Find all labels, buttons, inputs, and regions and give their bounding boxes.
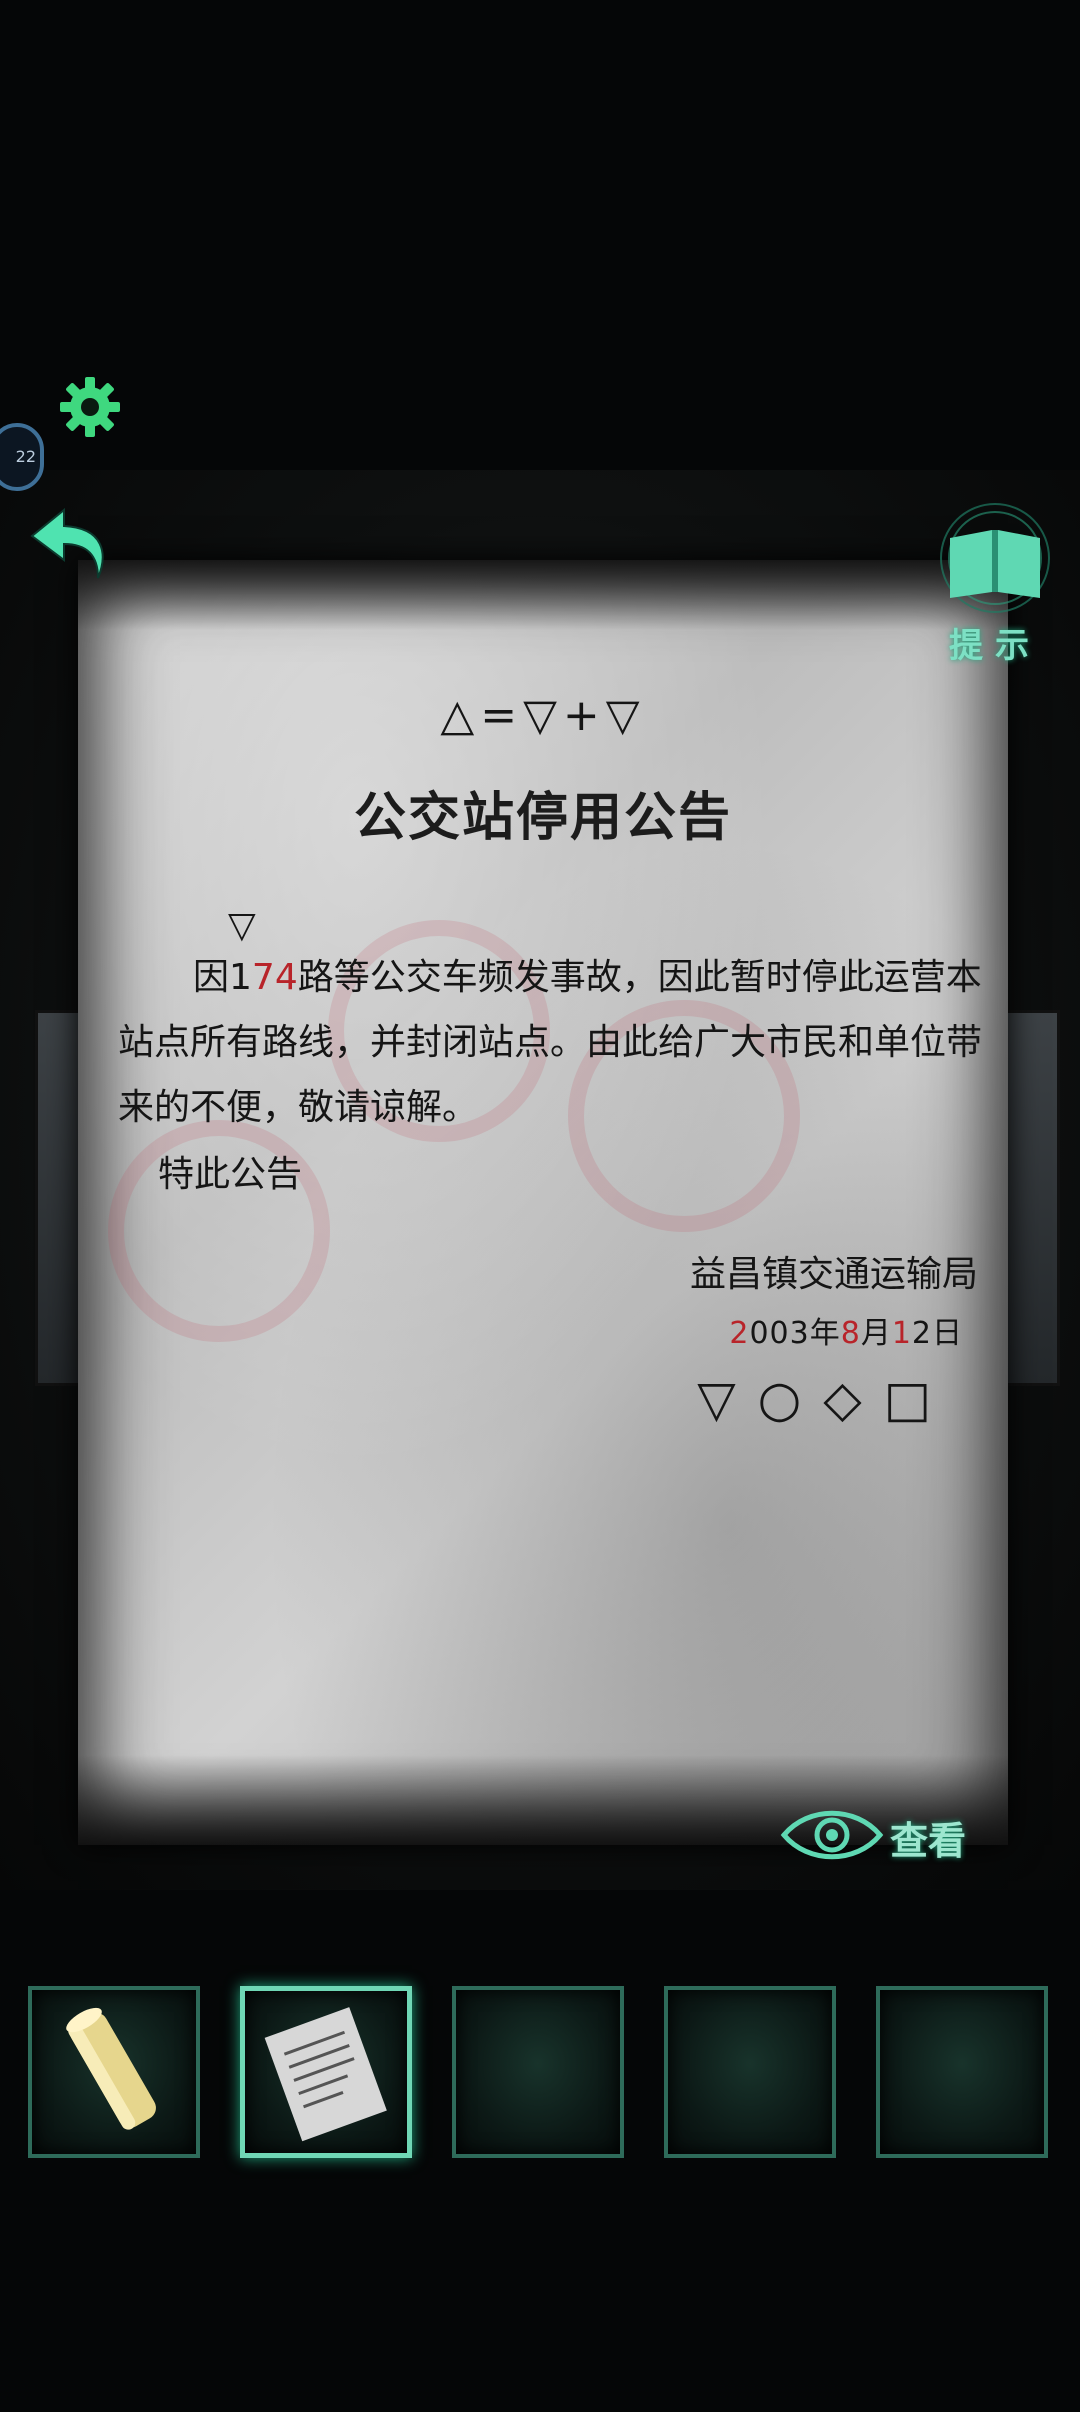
view-button[interactable]: 查看: [780, 1800, 1000, 1870]
back-arrow-icon[interactable]: [24, 498, 114, 588]
inventory-slot-5[interactable]: [876, 1986, 1048, 2158]
hint-label: 提示: [949, 626, 1041, 666]
notice-organization: 益昌镇交通运输局: [689, 1254, 978, 1295]
date-seg-2b: 2: [911, 1316, 932, 1351]
view-label: 查看: [890, 1819, 967, 1863]
date-seg-8: 8: [840, 1316, 861, 1351]
paper-burnt-edge-top: [78, 560, 1008, 630]
date-seg-day: 日: [932, 1316, 963, 1351]
date-seg-month: 月: [860, 1316, 892, 1351]
shape-sequence: ▽○◇□: [697, 1370, 953, 1428]
candle-item-icon: [66, 2007, 156, 2130]
date-seg-year: 年: [809, 1316, 841, 1351]
date-seg-3: 3: [789, 1316, 810, 1351]
date-seg-2: 2: [729, 1316, 750, 1351]
notice-body: 因174路等公交车频发事故，因此暂时停此运营本站点所有路线，并封闭站点。由此给广…: [118, 945, 998, 1140]
notice-closing: 特此公告: [158, 1154, 303, 1195]
eye-icon: [780, 1810, 884, 1860]
hint-book-icon: [940, 503, 1050, 613]
inventory-slot-3[interactable]: [452, 1986, 624, 2158]
date-seg-1: 1: [891, 1316, 912, 1351]
notice-paper: △=▽+▽ 公交站停用公告 ▽ 因174路等公交车频发事故，因此暂时停此运营本站…: [78, 560, 1008, 1845]
inventory-slot-1[interactable]: [28, 1986, 200, 2158]
notice-title: 公交站停用公告: [353, 788, 732, 848]
body-seg-highlight-4: 4: [274, 957, 298, 998]
settings-gear-icon[interactable]: [58, 375, 122, 439]
body-seg-highlight-7: 7: [251, 957, 275, 998]
triangle-mark: ▽: [228, 905, 256, 946]
notice-paper-item-icon: [264, 2007, 387, 2142]
date-seg-00: 00: [749, 1316, 790, 1351]
inventory-slot-2[interactable]: [240, 1986, 412, 2158]
profile-badge[interactable]: 22: [0, 423, 44, 491]
inventory-slot-4[interactable]: [664, 1986, 836, 2158]
symbol-equation: △=▽+▽: [440, 690, 646, 741]
hint-button[interactable]: 提示: [920, 500, 1070, 670]
body-seg-1: 因1: [193, 957, 252, 998]
notice-date: 2003年8月12日: [729, 1308, 963, 1352]
